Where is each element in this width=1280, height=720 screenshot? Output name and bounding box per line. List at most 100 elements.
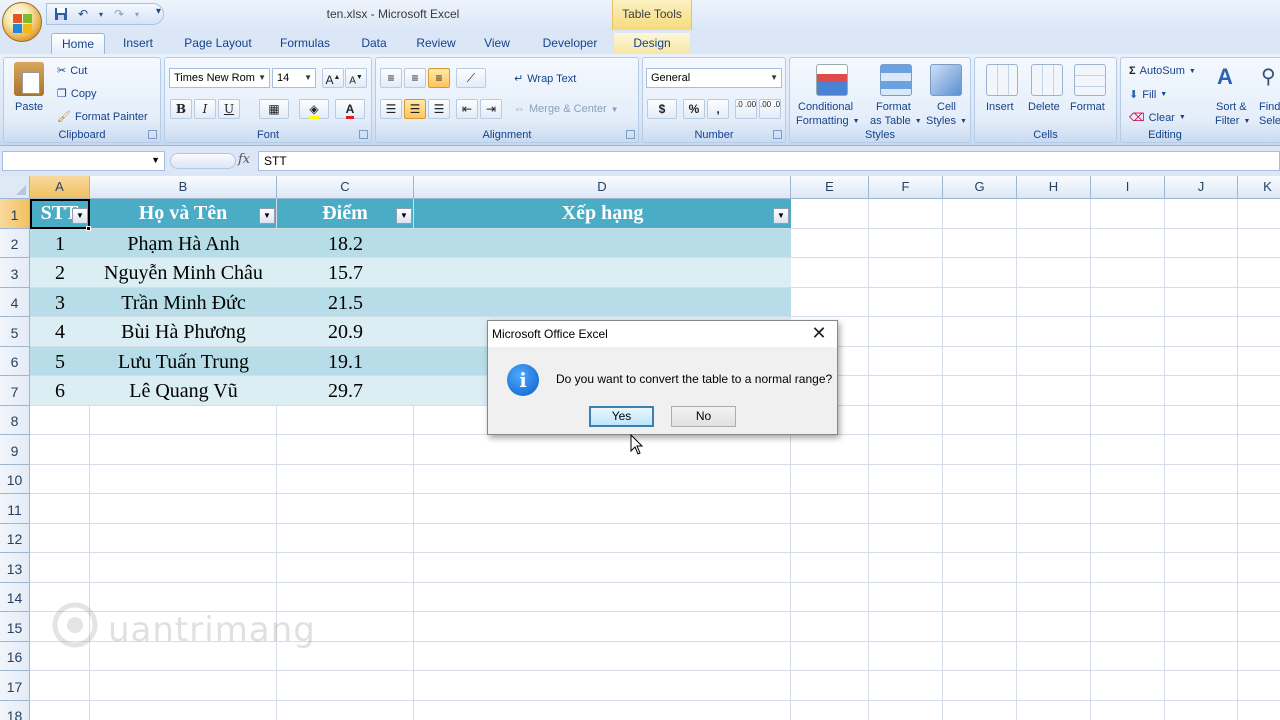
increase-indent-button[interactable]: ⇥ bbox=[480, 99, 502, 119]
yes-button[interactable]: Yes bbox=[589, 406, 654, 427]
tab-developer[interactable]: Developer bbox=[532, 33, 608, 54]
font-color-button[interactable]: A bbox=[335, 99, 365, 119]
score-cell[interactable]: 21.5 bbox=[277, 288, 414, 316]
table-header-cell[interactable]: Xếp hạng bbox=[414, 199, 791, 228]
format-painter-button[interactable]: 🖌 Format Painter bbox=[57, 110, 148, 124]
tab-insert[interactable]: Insert bbox=[112, 33, 164, 54]
tab-formulas[interactable]: Formulas bbox=[270, 33, 340, 54]
row-header-14[interactable]: 14 bbox=[0, 583, 30, 612]
align-right-button[interactable]: ☰ bbox=[428, 99, 450, 119]
column-header-g[interactable]: G bbox=[943, 176, 1017, 199]
select-all-corner[interactable] bbox=[0, 176, 30, 199]
align-top-button[interactable]: ≡ bbox=[380, 68, 402, 88]
percent-button[interactable]: % bbox=[683, 99, 705, 119]
score-cell[interactable]: 20.9 bbox=[277, 317, 414, 346]
row-header-15[interactable]: 15 bbox=[0, 612, 30, 642]
copy-button[interactable]: ❐ Copy bbox=[57, 87, 97, 101]
column-header-h[interactable]: H bbox=[1017, 176, 1091, 199]
font-name-combo[interactable]: Times New Rom ▼ bbox=[169, 68, 270, 88]
insert-function-icon[interactable]: fx bbox=[238, 152, 250, 167]
column-header-i[interactable]: I bbox=[1091, 176, 1165, 199]
borders-button[interactable]: ▦ bbox=[259, 99, 289, 119]
column-header-b[interactable]: B bbox=[90, 176, 277, 199]
format-cells-button[interactable]: Format bbox=[1070, 101, 1105, 113]
column-header-k[interactable]: K bbox=[1238, 176, 1280, 199]
find-select-button[interactable]: Sele bbox=[1259, 115, 1280, 127]
name-cell[interactable]: Lưu Tuấn Trung bbox=[90, 347, 277, 375]
stt-cell[interactable]: 4 bbox=[30, 317, 90, 346]
office-button[interactable] bbox=[2, 2, 42, 42]
name-cell[interactable]: Trần Minh Đức bbox=[90, 288, 277, 316]
stt-cell[interactable]: 5 bbox=[30, 347, 90, 375]
table-header-cell[interactable]: Họ và Tên bbox=[90, 199, 276, 228]
conditional-formatting-button[interactable]: Formatting ▼ bbox=[796, 115, 860, 127]
rank-cell[interactable] bbox=[414, 258, 791, 287]
tab-design[interactable]: Design bbox=[614, 33, 690, 54]
row-header-6[interactable]: 6 bbox=[0, 347, 30, 376]
fill-button[interactable]: ⬇ Fill ▼ bbox=[1129, 88, 1167, 102]
cut-button[interactable]: ✂ Cut bbox=[57, 64, 87, 78]
font-size-combo[interactable]: 14 ▼ bbox=[272, 68, 316, 88]
sort-filter-label-1[interactable]: Sort & bbox=[1216, 101, 1247, 113]
column-header-e[interactable]: E bbox=[791, 176, 869, 199]
row-header-2[interactable]: 2 bbox=[0, 229, 30, 258]
score-cell[interactable]: 18.2 bbox=[277, 229, 414, 257]
column-header-c[interactable]: C bbox=[277, 176, 414, 199]
name-cell[interactable]: Bùi Hà Phương bbox=[90, 317, 277, 346]
align-center-button[interactable]: ☰ bbox=[404, 99, 426, 119]
decrease-indent-button[interactable]: ⇤ bbox=[456, 99, 478, 119]
stt-cell[interactable]: 2 bbox=[30, 258, 90, 287]
increase-decimal-button[interactable]: .0 .00 bbox=[735, 99, 757, 119]
row-header-11[interactable]: 11 bbox=[0, 494, 30, 524]
font-dialog-launcher[interactable] bbox=[359, 130, 368, 139]
cell-styles-label-1[interactable]: Cell bbox=[937, 101, 956, 113]
row-header-3[interactable]: 3 bbox=[0, 258, 30, 288]
grow-font-button[interactable]: A▲ bbox=[322, 68, 344, 88]
paste-icon[interactable] bbox=[14, 62, 44, 96]
row-header-5[interactable]: 5 bbox=[0, 317, 30, 347]
column-header-f[interactable]: F bbox=[869, 176, 943, 199]
tab-data[interactable]: Data bbox=[350, 33, 398, 54]
delete-cells-button[interactable]: Delete bbox=[1028, 101, 1060, 113]
row-header-13[interactable]: 13 bbox=[0, 553, 30, 583]
autosum-button[interactable]: Σ AutoSum ▼ bbox=[1129, 65, 1196, 77]
name-cell[interactable]: Lê Quang Vũ bbox=[90, 376, 277, 405]
underline-button[interactable]: U bbox=[218, 99, 240, 119]
row-header-7[interactable]: 7 bbox=[0, 376, 30, 406]
align-bottom-button[interactable]: ≡ bbox=[428, 68, 450, 88]
clipboard-dialog-launcher[interactable] bbox=[148, 130, 157, 139]
decrease-decimal-button[interactable]: .00 .0 bbox=[759, 99, 781, 119]
clear-button[interactable]: ⌫ Clear ▼ bbox=[1129, 111, 1186, 125]
number-format-combo[interactable]: General ▼ bbox=[646, 68, 782, 88]
column-header-a[interactable]: A bbox=[30, 176, 90, 199]
name-cell[interactable]: Nguyễn Minh Châu bbox=[90, 258, 277, 287]
column-header-d[interactable]: D bbox=[414, 176, 791, 199]
comma-button[interactable]: , bbox=[707, 99, 729, 119]
filter-dropdown-icon[interactable]: ▼ bbox=[773, 208, 789, 224]
row-header-17[interactable]: 17 bbox=[0, 671, 30, 701]
currency-button[interactable]: $ bbox=[647, 99, 677, 119]
row-header-12[interactable]: 12 bbox=[0, 524, 30, 553]
tab-page-layout[interactable]: Page Layout bbox=[177, 33, 259, 54]
fill-color-button[interactable]: ◈ bbox=[299, 99, 329, 119]
row-header-16[interactable]: 16 bbox=[0, 642, 30, 671]
dialog-close-icon[interactable]: ✕ bbox=[809, 323, 829, 343]
alignment-dialog-launcher[interactable] bbox=[626, 130, 635, 139]
row-header-18[interactable]: 18 bbox=[0, 701, 30, 720]
align-middle-button[interactable]: ≡ bbox=[404, 68, 426, 88]
tab-home[interactable]: Home bbox=[51, 33, 105, 54]
formula-input[interactable]: STT bbox=[258, 151, 1280, 171]
align-left-button[interactable]: ☰ bbox=[380, 99, 402, 119]
italic-button[interactable]: I bbox=[194, 99, 216, 119]
find-select-label-1[interactable]: Find bbox=[1259, 101, 1280, 113]
stt-cell[interactable]: 1 bbox=[30, 229, 90, 257]
sort-filter-button[interactable]: Filter ▼ bbox=[1215, 115, 1250, 127]
orientation-button[interactable]: ⟋ bbox=[456, 68, 486, 88]
column-header-j[interactable]: J bbox=[1165, 176, 1238, 199]
name-box[interactable]: ▼ bbox=[2, 151, 165, 171]
score-cell[interactable]: 19.1 bbox=[277, 347, 414, 375]
row-header-4[interactable]: 4 bbox=[0, 288, 30, 317]
row-header-9[interactable]: 9 bbox=[0, 435, 30, 465]
filter-dropdown-icon[interactable]: ▼ bbox=[396, 208, 412, 224]
format-as-table-label-1[interactable]: Format bbox=[876, 101, 911, 113]
